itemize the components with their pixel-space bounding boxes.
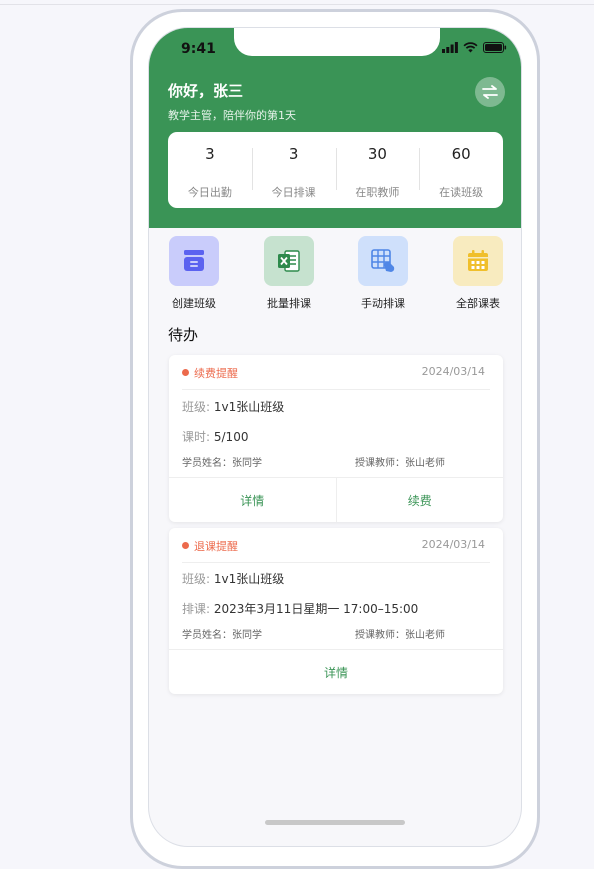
- card-actions: 详情: [169, 649, 503, 694]
- student-name: 学员姓名：张同学: [182, 630, 262, 641]
- card-actions: 详情 续费: [169, 477, 503, 522]
- stat-schedules[interactable]: 3 今日排课: [251, 132, 336, 208]
- quick-action-label: 批量排课: [267, 297, 311, 310]
- stat-label: 在职教师: [355, 186, 400, 199]
- schedule-value: 2023年3月11日星期一 17:00–15:00: [213, 602, 419, 616]
- class-key: 班级:: [182, 400, 211, 414]
- renewal-reminder-card: 续费提醒 2024/03/14 班级: 1v1张山班级 课时: 5/100 学员…: [169, 355, 503, 522]
- batch-schedule-button[interactable]: 批量排课: [254, 236, 324, 311]
- status-bar: 9:41: [149, 28, 521, 72]
- header: 9:41 你好，张三 教学主管，陪伴你的第1天 3 今日出勤 3 今日排课 30…: [149, 28, 521, 228]
- drop-class-reminder-card: 退课提醒 2024/03/14 班级: 1v1张山班级 排课: 2023年3月1…: [169, 528, 503, 694]
- class-line: 班级: 1v1张山班级: [182, 570, 284, 587]
- card-header: 续费提醒 2024/03/14: [182, 355, 490, 390]
- home-indicator[interactable]: [265, 820, 405, 825]
- stat-attendance[interactable]: 3 今日出勤: [168, 132, 252, 208]
- stat-value: 60: [451, 145, 471, 163]
- stat-value: 3: [288, 145, 299, 163]
- stat-teachers[interactable]: 30 在职教师: [335, 132, 420, 208]
- quick-action-label: 创建班级: [172, 297, 216, 310]
- hours-key: 课时:: [182, 430, 211, 444]
- notch: [234, 28, 440, 56]
- qicon-bg: [169, 236, 219, 286]
- signal-icon: [442, 42, 458, 53]
- battery-icon: [483, 42, 507, 53]
- stat-classes[interactable]: 60 在读班级: [419, 132, 503, 208]
- wifi-icon: [463, 42, 478, 53]
- top-divider: [0, 4, 594, 5]
- qicon-bg: [453, 236, 503, 286]
- qicon-bg: [358, 236, 408, 286]
- switch-role-button[interactable]: [475, 77, 505, 107]
- todo-title: 待办: [168, 326, 199, 344]
- swap-arrows-icon: [482, 85, 498, 99]
- schedule-key: 排课:: [182, 602, 211, 616]
- class-icon: [184, 250, 204, 271]
- stat-label: 在读班级: [439, 186, 484, 199]
- create-class-button[interactable]: 创建班级: [159, 236, 229, 311]
- alert-dot: [182, 542, 189, 549]
- stat-label: 今日排课: [271, 186, 316, 199]
- class-value: 1v1张山班级: [213, 572, 285, 586]
- calendar-icon: [468, 250, 488, 271]
- renew-button[interactable]: 续费: [335, 478, 504, 522]
- class-key: 班级:: [182, 572, 211, 586]
- quick-action-label: 全部课表: [456, 297, 500, 310]
- manual-schedule-icon: [371, 249, 395, 272]
- card-header: 退课提醒 2024/03/14: [182, 528, 490, 563]
- reminder-date: 2024/03/14: [421, 538, 485, 551]
- stat-label: 今日出勤: [187, 186, 232, 199]
- reminder-tag: 退课提醒: [194, 540, 238, 553]
- reminder-date: 2024/03/14: [421, 365, 485, 378]
- manual-schedule-button[interactable]: 手动排课: [348, 236, 418, 311]
- qicon-bg: [264, 236, 314, 286]
- all-schedules-button[interactable]: 全部课表: [443, 236, 513, 311]
- class-line: 班级: 1v1张山班级: [182, 398, 284, 415]
- reminder-tag: 续费提醒: [194, 367, 238, 380]
- stat-value: 30: [367, 145, 387, 163]
- teacher-name: 授课教师：张山老师: [355, 458, 445, 469]
- status-time: 9:41: [181, 41, 216, 57]
- hours-value: 5/100: [213, 430, 249, 444]
- app-screen: 9:41 你好，张三 教学主管，陪伴你的第1天 3 今日出勤 3 今日排课 30…: [148, 27, 522, 847]
- role-subtitle: 教学主管，陪伴你的第1天: [168, 109, 296, 122]
- alert-dot: [182, 369, 189, 376]
- student-name: 学员姓名：张同学: [182, 458, 262, 469]
- greeting: 你好，张三: [168, 82, 244, 100]
- detail-button[interactable]: 详情: [169, 650, 503, 694]
- hours-line: 课时: 5/100: [182, 428, 248, 445]
- quick-actions: 创建班级 批量排课 手动排课 全部课表: [149, 236, 521, 316]
- excel-icon: [278, 250, 300, 272]
- stats-panel: 3 今日出勤 3 今日排课 30 在职教师 60 在读班级: [168, 132, 503, 208]
- stat-value: 3: [205, 145, 215, 163]
- detail-button[interactable]: 详情: [169, 478, 336, 522]
- class-value: 1v1张山班级: [213, 400, 285, 414]
- quick-action-label: 手动排课: [361, 297, 405, 310]
- status-icons: [442, 42, 507, 53]
- teacher-name: 授课教师：张山老师: [355, 630, 445, 641]
- schedule-line: 排课: 2023年3月11日星期一 17:00–15:00: [182, 600, 418, 617]
